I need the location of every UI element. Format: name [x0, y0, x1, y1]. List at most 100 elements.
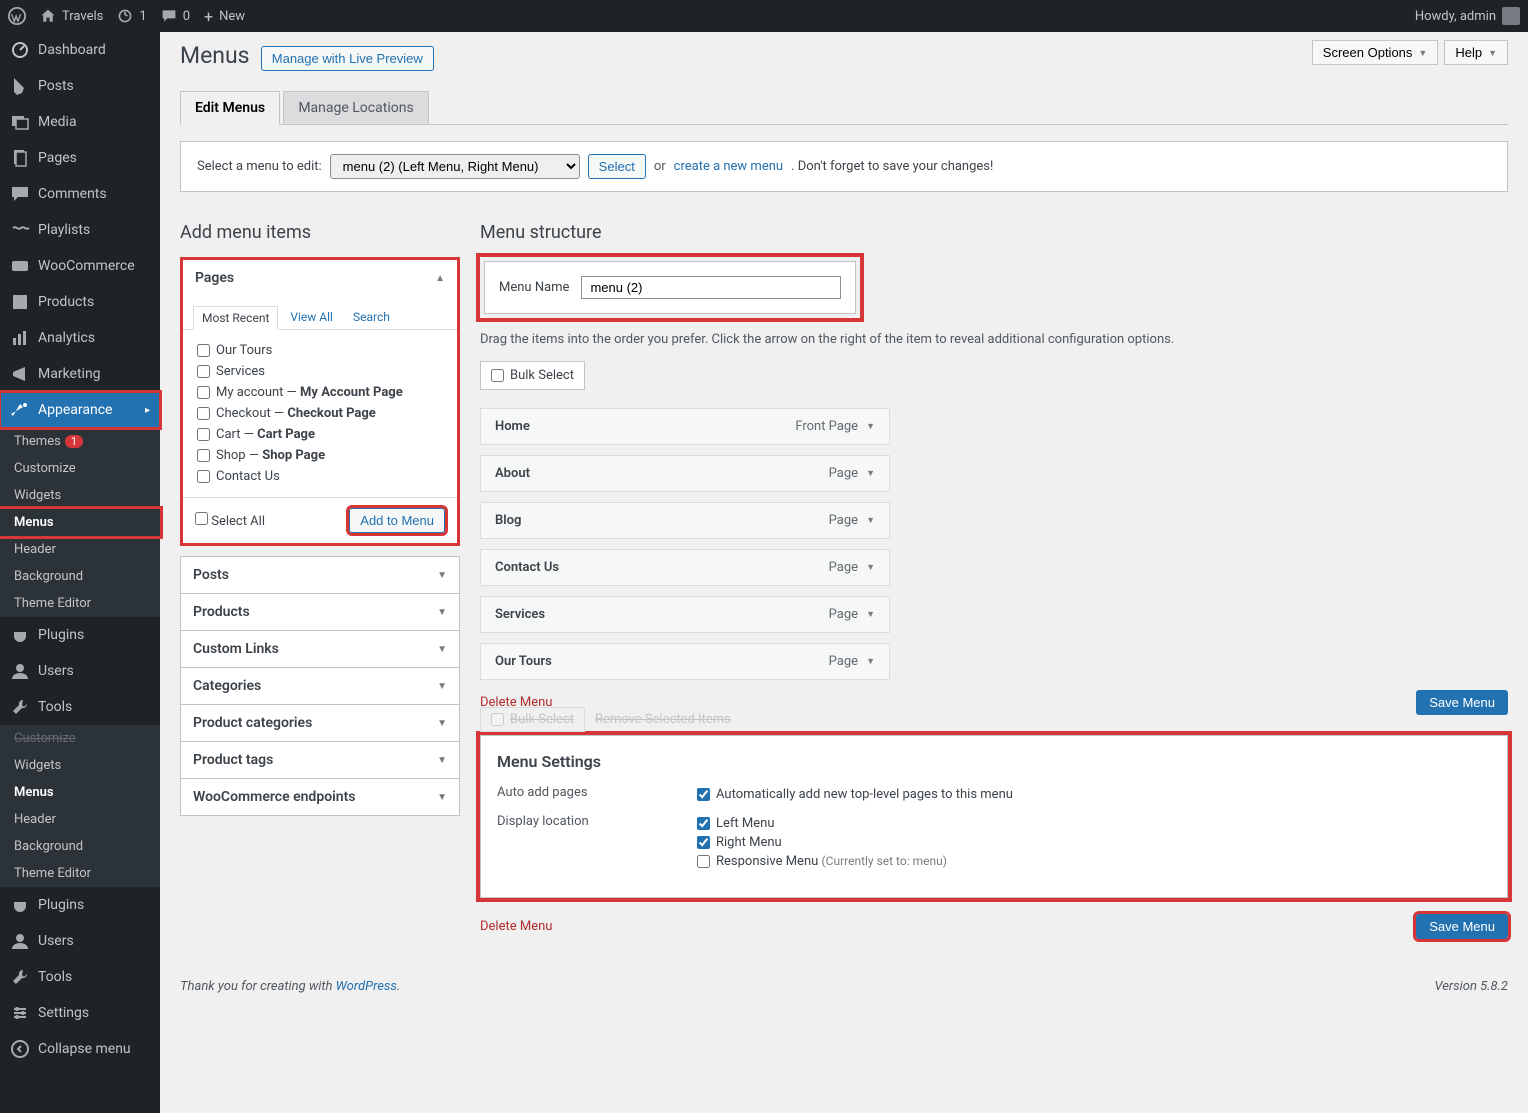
save-menu-button-2[interactable]: Save Menu — [1416, 914, 1508, 939]
save-menu-button[interactable]: Save Menu — [1416, 690, 1508, 715]
page-item[interactable]: Checkout — Checkout Page — [197, 403, 443, 424]
tab-view-all[interactable]: View All — [282, 306, 341, 329]
page-item[interactable]: Our Tours — [197, 340, 443, 361]
select-all[interactable]: Select All — [195, 512, 265, 529]
overlay-submenu: Customize Widgets Menus Header Backgroun… — [0, 725, 160, 887]
page-checkbox[interactable] — [197, 407, 210, 420]
menu-select[interactable]: menu (2) (Left Menu, Right Menu) — [330, 154, 580, 179]
nav-woocommerce[interactable]: WooCommerce — [0, 248, 160, 284]
panel-product-tags[interactable]: Product tags▼ — [181, 741, 459, 778]
page-item[interactable]: Cart — Cart Page — [197, 424, 443, 445]
sub-menus[interactable]: Menus — [0, 509, 160, 536]
site-name[interactable]: Travels — [40, 8, 103, 24]
caret-down-icon: ▼ — [1488, 48, 1497, 58]
tab-search[interactable]: Search — [345, 306, 398, 329]
dup-background[interactable]: Background — [0, 833, 160, 860]
menu-name-input[interactable] — [581, 276, 841, 299]
nav-appearance[interactable]: Appearance▸ — [0, 392, 160, 428]
nav-users[interactable]: Users — [0, 653, 160, 689]
page-checkbox[interactable] — [197, 449, 210, 462]
nav-analytics[interactable]: Analytics — [0, 320, 160, 356]
menu-item[interactable]: Our ToursPage▼ — [480, 643, 890, 680]
nav-media[interactable]: Media — [0, 104, 160, 140]
pages-list[interactable]: Our Tours Services My account — My Accou… — [183, 330, 457, 497]
panel-woo-endpoints[interactable]: WooCommerce endpoints▼ — [181, 778, 459, 815]
bulk-checkbox[interactable] — [491, 369, 504, 382]
dup-nav-settings[interactable]: Settings — [0, 995, 160, 1031]
page-checkbox[interactable] — [197, 428, 210, 441]
add-to-menu-button[interactable]: Add to Menu — [349, 508, 445, 533]
sub-widgets[interactable]: Widgets — [0, 482, 160, 509]
panel-product-categories[interactable]: Product categories▼ — [181, 704, 459, 741]
help-button[interactable]: Help▼ — [1444, 40, 1508, 65]
wordpress-link[interactable]: WordPress — [336, 979, 397, 994]
loc-responsive[interactable]: Responsive Menu (Currently set to: menu) — [697, 852, 947, 871]
sub-background[interactable]: Background — [0, 563, 160, 590]
select-button[interactable]: Select — [588, 154, 646, 179]
panel-products[interactable]: Products▼ — [181, 593, 459, 630]
tab-manage-locations[interactable]: Manage Locations — [283, 91, 428, 124]
panel-posts[interactable]: Posts▼ — [181, 557, 459, 593]
loc-responsive-checkbox[interactable] — [697, 855, 710, 868]
loc-right-checkbox[interactable] — [697, 836, 710, 849]
page-item[interactable]: Shop — Shop Page — [197, 445, 443, 466]
panel-categories[interactable]: Categories▼ — [181, 667, 459, 704]
loc-right[interactable]: Right Menu — [697, 833, 947, 852]
dup-customize[interactable]: Customize — [0, 725, 160, 752]
nav-comments[interactable]: Comments — [0, 176, 160, 212]
page-item[interactable]: My account — My Account Page — [197, 382, 443, 403]
sub-theme-editor[interactable]: Theme Editor — [0, 590, 160, 617]
menu-item[interactable]: HomeFront Page▼ — [480, 408, 890, 445]
loc-left[interactable]: Left Menu — [697, 814, 947, 833]
nav-tools[interactable]: Tools — [0, 689, 160, 725]
dup-theme-editor[interactable]: Theme Editor — [0, 860, 160, 887]
tab-most-recent[interactable]: Most Recent — [193, 306, 278, 330]
manage-live-preview-button[interactable]: Manage with Live Preview — [261, 46, 434, 71]
auto-add-option[interactable]: Automatically add new top-level pages to… — [697, 785, 1013, 804]
loc-left-checkbox[interactable] — [697, 817, 710, 830]
wp-logo[interactable] — [8, 7, 26, 25]
page-item[interactable]: Contact Us — [197, 466, 443, 487]
delete-menu-link[interactable]: Delete Menu — [480, 695, 552, 710]
nav-dashboard[interactable]: Dashboard — [0, 32, 160, 68]
nav-pages[interactable]: Pages — [0, 140, 160, 176]
dup-header[interactable]: Header — [0, 806, 160, 833]
page-checkbox[interactable] — [197, 344, 210, 357]
panel-custom-links[interactable]: Custom Links▼ — [181, 630, 459, 667]
sub-header[interactable]: Header — [0, 536, 160, 563]
howdy[interactable]: Howdy, admin — [1415, 7, 1520, 25]
menu-item[interactable]: ServicesPage▼ — [480, 596, 890, 633]
updates[interactable]: 1 — [117, 8, 146, 24]
collapse-menu[interactable]: Collapse menu — [0, 1031, 160, 1067]
sub-themes[interactable]: Themes1 — [0, 428, 160, 455]
comments-count[interactable]: 0 — [161, 8, 190, 24]
dup-menus[interactable]: Menus — [0, 779, 160, 806]
dup-nav-plugins[interactable]: Plugins — [0, 887, 160, 923]
sub-customize[interactable]: Customize — [0, 455, 160, 482]
tab-edit-menus[interactable]: Edit Menus — [180, 91, 280, 125]
page-checkbox[interactable] — [197, 470, 210, 483]
new-content[interactable]: +New — [204, 7, 245, 26]
caret-down-icon: ▼ — [437, 681, 447, 692]
menu-item[interactable]: AboutPage▼ — [480, 455, 890, 492]
menu-item[interactable]: Contact UsPage▼ — [480, 549, 890, 586]
screen-options-button[interactable]: Screen Options▼ — [1312, 40, 1439, 65]
page-item[interactable]: Services — [197, 361, 443, 382]
page-checkbox[interactable] — [197, 365, 210, 378]
dup-nav-users[interactable]: Users — [0, 923, 160, 959]
nav-plugins[interactable]: Plugins — [0, 617, 160, 653]
dup-widgets[interactable]: Widgets — [0, 752, 160, 779]
nav-posts[interactable]: Posts — [0, 68, 160, 104]
page-checkbox[interactable] — [197, 386, 210, 399]
select-all-checkbox[interactable] — [195, 512, 208, 525]
nav-playlists[interactable]: Playlists — [0, 212, 160, 248]
menu-item[interactable]: BlogPage▼ — [480, 502, 890, 539]
nav-products[interactable]: Products — [0, 284, 160, 320]
dup-nav-tools[interactable]: Tools — [0, 959, 160, 995]
bulk-select-button[interactable]: Bulk Select — [480, 361, 585, 390]
pages-panel-head[interactable]: Pages▲ — [183, 260, 457, 296]
auto-add-checkbox[interactable] — [697, 788, 710, 801]
nav-marketing[interactable]: Marketing — [0, 356, 160, 392]
create-new-menu-link[interactable]: create a new menu — [674, 159, 783, 174]
delete-menu-link-2[interactable]: Delete Menu — [480, 919, 552, 934]
